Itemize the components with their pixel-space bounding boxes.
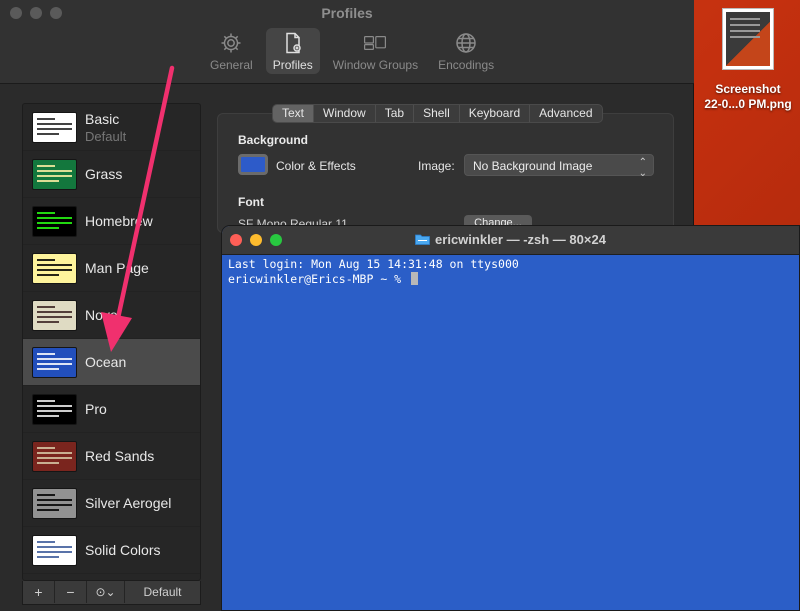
profile-item-ocean[interactable]: Ocean (23, 339, 200, 386)
terminal-line: Last login: Mon Aug 15 14:31:48 on ttys0… (228, 257, 519, 271)
profile-text: Pro (85, 401, 107, 417)
font-section-label: Font (238, 195, 264, 209)
profile-name: Red Sands (85, 448, 155, 464)
toolbar-window-groups-label: Window Groups (332, 58, 419, 72)
profile-preview-icon (32, 487, 77, 519)
tab-keyboard[interactable]: Keyboard (460, 105, 531, 122)
prefs-titlebar: Profiles General Profiles Window Groups … (0, 0, 694, 84)
background-section-label: Background (238, 133, 309, 147)
profile-text: Silver Aerogel (85, 495, 171, 511)
profile-preview-icon (32, 393, 77, 425)
settings-tabs: Text Window Tab Shell Keyboard Advanced (272, 104, 603, 123)
background-image-select[interactable]: No Background Image ⌃ ⌄ (464, 154, 654, 179)
more-actions-button[interactable]: ⊙⌄ (87, 581, 125, 603)
toolbar-profiles[interactable]: Profiles (265, 28, 320, 74)
profile-name: Novel (85, 307, 121, 323)
tab-advanced[interactable]: Advanced (530, 105, 601, 122)
terminal-output[interactable]: Last login: Mon Aug 15 14:31:48 on ttys0… (222, 255, 799, 286)
profile-preview-icon (32, 205, 77, 237)
profile-name: Basic (85, 110, 120, 127)
globe-icon (456, 33, 476, 53)
profile-name: Grass (85, 166, 123, 182)
gear-icon (221, 33, 241, 53)
add-profile-button[interactable]: + (23, 581, 55, 603)
background-image-value: No Background Image (473, 159, 593, 173)
background-color-swatch[interactable] (238, 154, 268, 175)
profile-text: Ocean (85, 354, 126, 370)
tab-window[interactable]: Window (314, 105, 376, 122)
profile-item-red-sands[interactable]: Red Sands (23, 433, 200, 480)
profile-item-novel[interactable]: Novel (23, 292, 200, 339)
profile-name: Solid Colors (85, 542, 161, 558)
profile-text: Basic Default (85, 111, 126, 144)
terminal-window[interactable]: ericwinkler — -zsh — 80×24 Last login: M… (221, 225, 800, 611)
profile-preview-icon (32, 252, 77, 284)
remove-profile-button[interactable]: − (55, 581, 87, 603)
profile-text: Novel (85, 307, 121, 323)
window-groups-icon (364, 36, 387, 50)
profile-text: Grass (85, 166, 122, 182)
toolbar-encodings[interactable]: Encodings (431, 28, 501, 74)
terminal-prompt: ericwinkler@Erics-MBP ~ % (228, 271, 409, 286)
tab-tab[interactable]: Tab (376, 105, 415, 122)
profile-name: Ocean (85, 354, 127, 370)
desktop-screenshot-file[interactable]: Screenshot 22-0...0 PM.png (696, 8, 800, 112)
toolbar-encodings-label: Encodings (438, 58, 495, 72)
profile-item-solid-colors[interactable]: Solid Colors (23, 527, 200, 574)
profile-text: Man Page (85, 260, 149, 276)
profile-text: Red Sands (85, 448, 154, 464)
profile-item-man-page[interactable]: Man Page (23, 245, 200, 292)
set-default-button[interactable]: Default (125, 581, 200, 603)
profile-default-tag: Default (85, 128, 127, 144)
file-name-line1: Screenshot (715, 82, 781, 96)
window-title: Profiles (321, 5, 373, 21)
profiles-doc-icon (285, 32, 301, 54)
profile-name: Man Page (85, 260, 149, 276)
file-name-line2: 22-0...0 PM.png (704, 97, 792, 111)
toolbar-profiles-label: Profiles (272, 58, 313, 72)
folder-icon (415, 234, 430, 245)
profile-list-footer: + − ⊙⌄ Default (22, 581, 201, 605)
terminal-title-text: ericwinkler — -zsh — 80×24 (435, 232, 606, 247)
chevron-updown-icon: ⌃ ⌄ (638, 157, 647, 179)
profile-item-silver-aerogel[interactable]: Silver Aerogel (23, 480, 200, 527)
toolbar-window-groups[interactable]: Window Groups (326, 28, 425, 74)
tab-text[interactable]: Text (273, 105, 315, 122)
color-effects-label: Color & Effects (276, 159, 356, 173)
profile-name: Pro (85, 401, 107, 417)
image-label: Image: (418, 159, 455, 173)
terminal-title: ericwinkler — -zsh — 80×24 (222, 232, 799, 247)
tab-shell[interactable]: Shell (414, 105, 460, 122)
profile-list[interactable]: Basic Default Grass Homebrew Man Page Novel Oc… (22, 103, 201, 581)
profile-item-basic[interactable]: Basic Default (23, 104, 200, 151)
terminal-titlebar[interactable]: ericwinkler — -zsh — 80×24 (222, 226, 799, 255)
profile-text: Homebrew (85, 213, 153, 229)
profile-name: Silver Aerogel (85, 495, 172, 511)
profile-preview-icon (32, 299, 77, 331)
prefs-toolbar: General Profiles Window Groups Encodings (203, 28, 501, 74)
toolbar-general-label: General (210, 58, 253, 72)
profile-item-grass[interactable]: Grass (23, 151, 200, 198)
profile-preview-icon (32, 440, 77, 472)
file-name: Screenshot 22-0...0 PM.png (696, 82, 800, 112)
profile-item-pro[interactable]: Pro (23, 386, 200, 433)
profile-preview-icon (32, 534, 77, 566)
profile-preview-icon (32, 346, 77, 378)
terminal-cursor (411, 271, 419, 285)
profile-preview-icon (32, 111, 77, 143)
profile-item-homebrew[interactable]: Homebrew (23, 198, 200, 245)
terminal-prompt-line: ericwinkler@Erics-MBP ~ % (228, 271, 799, 287)
profile-text: Solid Colors (85, 542, 160, 558)
profile-name: Homebrew (85, 213, 153, 229)
file-thumbnail (722, 8, 774, 70)
profile-preview-icon (32, 158, 77, 190)
toolbar-general[interactable]: General (203, 28, 260, 74)
